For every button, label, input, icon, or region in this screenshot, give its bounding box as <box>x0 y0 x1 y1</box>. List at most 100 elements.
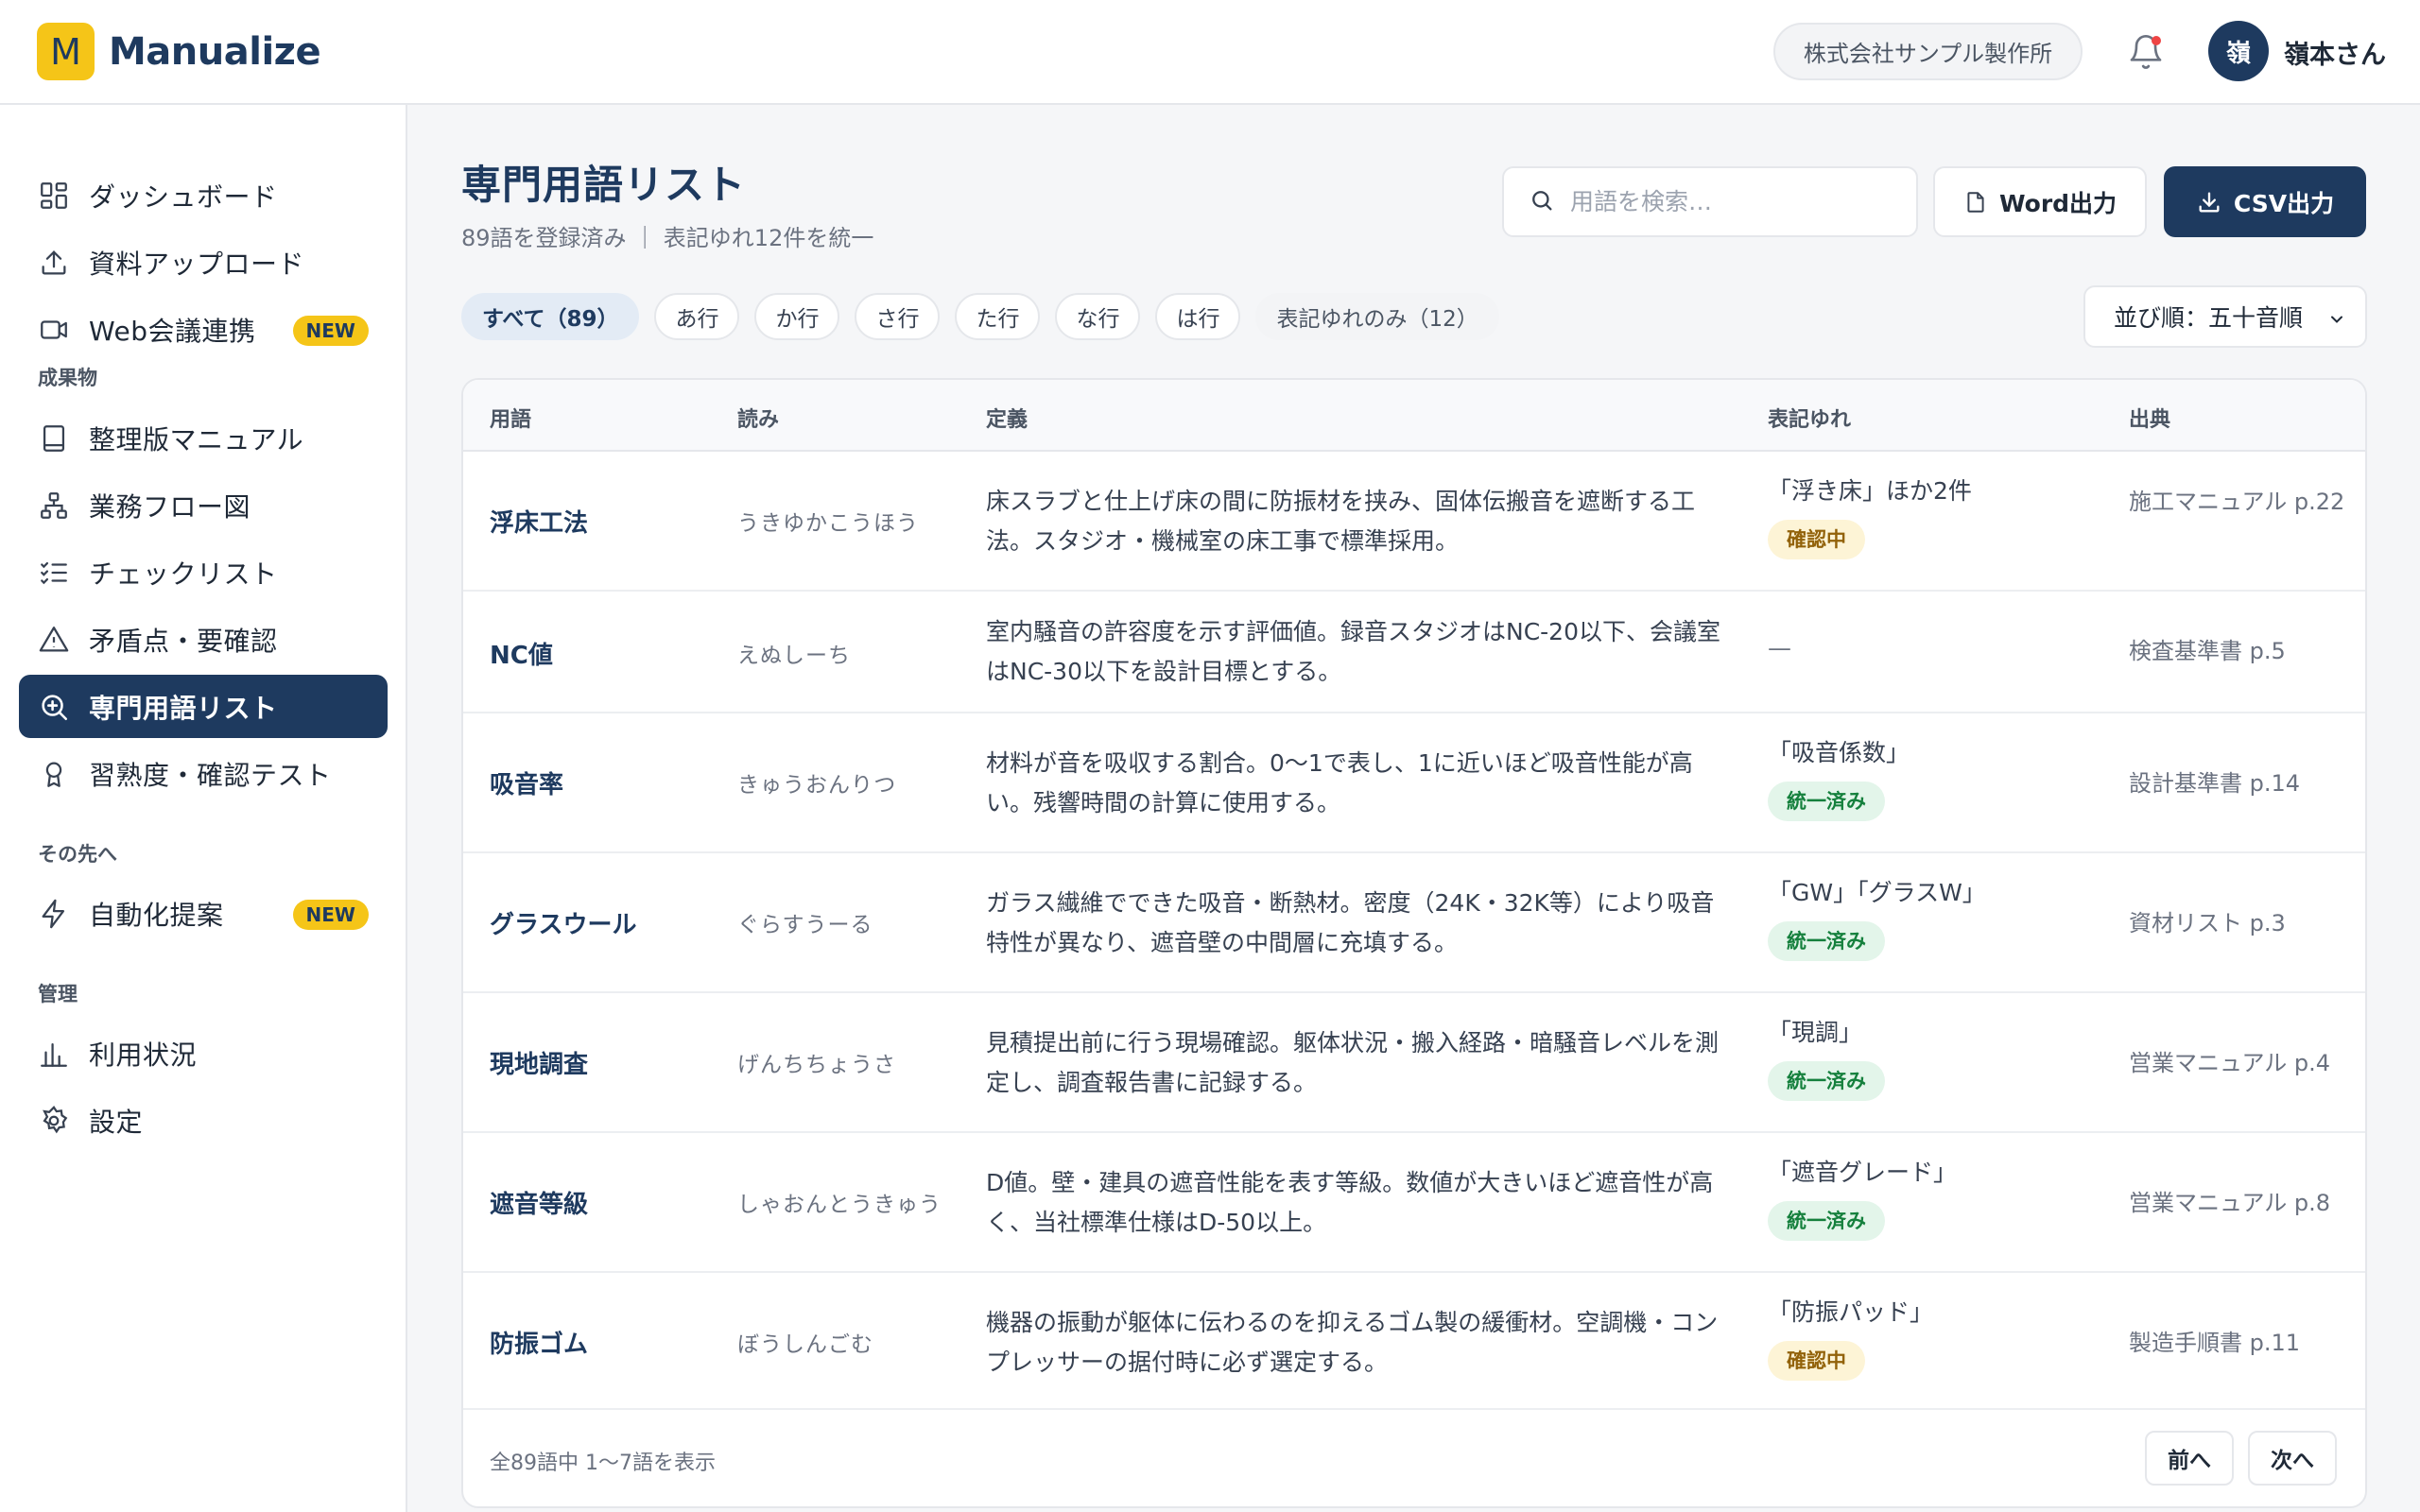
column-header-term[interactable]: 用語 <box>490 403 531 433</box>
download-icon <box>2199 192 2220 212</box>
definition-cell: 材料が音を吸収する割合。0〜1で表し、1に近いほど吸音性能が高い。残響時間の計算… <box>986 749 1693 816</box>
chevron-down-icon <box>2331 316 2342 323</box>
sidebar-item-contradictions[interactable]: 矛盾点・要確認 <box>19 608 388 671</box>
next-page-button[interactable]: 次へ <box>2248 1431 2337 1486</box>
variant-cell: 「GW」「グラスW」 統一済み <box>1768 874 1986 961</box>
page-title: 専門用語リスト <box>461 162 747 208</box>
status-badge: 統一済み <box>1768 1201 1885 1241</box>
filter-chip-ta[interactable]: た行 <box>955 293 1041 340</box>
sidebar-item-label: チェックリスト <box>89 558 278 590</box>
warning-icon <box>38 624 70 656</box>
reading-cell: きゅうおんりつ <box>737 773 897 798</box>
column-header-definition[interactable]: 定義 <box>986 403 1028 433</box>
source-cell: 製造手順書 p.11 <box>2129 1330 2301 1356</box>
reading-cell: ぼうしんごむ <box>737 1332 873 1357</box>
definition-cell: 見積提出前に行う現場確認。躯体状況・搬入経路・暗騒音レベルを測定し、調査報告書に… <box>986 1029 1720 1096</box>
table-row[interactable]: 浮床工法 うきゆかこうほう 床スラブと仕上げ床の間に防振材を挟み、固体伝搬音を遮… <box>463 452 2365 592</box>
term-cell: 浮床工法 <box>490 509 589 538</box>
sidebar-item-dashboard[interactable]: ダッシュボード <box>19 163 388 227</box>
variant-cell: 「浮き床」ほか2件 確認中 <box>1768 472 1972 559</box>
variant-cell: 「現調」 統一済み <box>1768 1014 1885 1101</box>
filter-chip-a[interactable]: あ行 <box>654 293 740 340</box>
variant-text: — <box>1768 634 1791 662</box>
filter-chip-na[interactable]: な行 <box>1055 293 1141 340</box>
search-input[interactable] <box>1570 188 1910 215</box>
sidebar-item-label: 設定 <box>89 1106 144 1138</box>
search-icon <box>1529 187 1555 217</box>
bolt-icon <box>38 898 70 930</box>
sidebar-item-label: 資料アップロード <box>89 248 305 280</box>
section-label-outputs: 成果物 <box>38 367 97 389</box>
flow-icon <box>38 490 70 522</box>
word-export-label: Word出力 <box>1998 189 2118 217</box>
term-cell: グラスウール <box>490 911 637 939</box>
sidebar-item-glossary[interactable]: 専門用語リスト <box>19 675 388 738</box>
term-cell: NC値 <box>490 642 553 670</box>
sidebar-item-usage[interactable]: 利用状況 <box>19 1022 388 1085</box>
new-badge: NEW <box>292 316 369 346</box>
source-cell: 施工マニュアル p.22 <box>2129 489 2345 515</box>
sidebar-item-manual[interactable]: 整理版マニュアル <box>19 406 388 470</box>
document-icon <box>1967 191 1984 213</box>
status-badge: 統一済み <box>1768 921 1885 961</box>
glossary-search-icon <box>38 691 70 723</box>
definition-cell: ガラス繊維でできた吸音・断熱材。密度（24K・32K等）により吸音特性が異なり、… <box>986 889 1715 956</box>
column-header-reading[interactable]: 読み <box>737 403 779 433</box>
csv-export-button[interactable]: CSV出力 <box>2164 166 2366 237</box>
search-box[interactable] <box>1502 166 1918 237</box>
sidebar-item-label: ダッシュボード <box>89 180 278 213</box>
avatar[interactable]: 嶺 <box>2208 21 2269 81</box>
table-row[interactable]: 防振ゴム ぼうしんごむ 機器の振動が躯体に伝わるのを抑えるゴム製の緩衝材。空調機… <box>463 1273 2365 1410</box>
table-header: 用語 読み 定義 表記ゆれ 出典 <box>463 380 2365 452</box>
filter-chip-sa[interactable]: さ行 <box>855 293 941 340</box>
table-row[interactable]: NC値 えぬしーち 室内騒音の許容度を示す評価値。録音スタジオはNC-20以下、… <box>463 592 2365 713</box>
logo[interactable]: M Manualize <box>37 23 321 80</box>
column-header-source[interactable]: 出典 <box>2129 403 2170 433</box>
pagination-info: 全89語中 1〜7語を表示 <box>490 1452 716 1475</box>
filter-chip-ka[interactable]: か行 <box>754 293 840 340</box>
table-row[interactable]: 遮音等級 しゃおんとうきゅう D値。壁・建具の遮音性能を表す等級。数値が大きいほ… <box>463 1133 2365 1273</box>
prev-page-button[interactable]: 前へ <box>2145 1431 2234 1486</box>
definition-cell: 機器の振動が躯体に伝わるのを抑えるゴム製の緩衝材。空調機・コンプレッサーの据付時… <box>986 1309 1719 1376</box>
status-badge: 確認中 <box>1768 520 1865 559</box>
csv-export-label: CSV出力 <box>2233 189 2335 217</box>
sidebar-item-proficiency[interactable]: 習熟度・確認テスト <box>19 742 388 805</box>
sort-label: 並び順：五十音順 <box>2114 304 2304 332</box>
section-label-admin: 管理 <box>38 983 78 1005</box>
user-name[interactable]: 嶺本さん <box>2284 34 2386 71</box>
filter-chip-ha[interactable]: は行 <box>1155 293 1241 340</box>
sidebar-item-settings[interactable]: 設定 <box>19 1089 388 1152</box>
award-icon <box>38 758 70 790</box>
variant-text: 「吸音係数」 <box>1768 739 1910 766</box>
bar-chart-icon <box>38 1038 70 1070</box>
word-export-button[interactable]: Word出力 <box>1933 166 2147 237</box>
sidebar-item-upload[interactable]: 資料アップロード <box>19 231 388 294</box>
sidebar-item-label: 業務フロー図 <box>89 490 251 523</box>
table-row[interactable]: 現地調査 げんちちょうさ 見積提出前に行う現場確認。躯体状況・搬入経路・暗騒音レ… <box>463 993 2365 1133</box>
sort-select[interactable]: 並び順：五十音順 <box>2083 285 2367 348</box>
book-icon <box>38 422 70 455</box>
filter-chip-all[interactable]: すべて（89） <box>461 293 640 340</box>
term-cell: 現地調査 <box>490 1051 589 1079</box>
table-row[interactable]: グラスウール ぐらすうーる ガラス繊維でできた吸音・断熱材。密度（24K・32K… <box>463 853 2365 993</box>
definition-cell: D値。壁・建具の遮音性能を表す等級。数値が大きいほど遮音性が高く、当社標準仕様は… <box>986 1169 1714 1236</box>
column-header-variant[interactable]: 表記ゆれ <box>1768 403 1851 433</box>
reading-cell: えぬしーち <box>737 644 851 668</box>
sidebar-item-label: 矛盾点・要確認 <box>89 625 278 657</box>
company-switcher[interactable]: 株式会社サンプル製作所 <box>1773 23 2083 80</box>
sidebar-item-web-meeting[interactable]: Web会議連携 NEW <box>19 298 388 361</box>
reading-cell: うきゆかこうほう <box>737 511 919 536</box>
sidebar-item-automation[interactable]: 自動化提案 NEW <box>19 882 388 945</box>
sidebar-item-flow[interactable]: 業務フロー図 <box>19 473 388 537</box>
page-subtitle: 89語を登録済み ｜ 表記ゆれ12件を統一 <box>461 225 874 251</box>
sidebar-item-checklist[interactable]: チェックリスト <box>19 541 388 604</box>
sidebar-item-label: Web会議連携 <box>89 315 256 347</box>
new-badge: NEW <box>292 900 369 930</box>
variant-text: 「防振パッド」 <box>1768 1298 1934 1326</box>
table-row[interactable]: 吸音率 きゅうおんりつ 材料が音を吸収する割合。0〜1で表し、1に近いほど吸音性… <box>463 713 2365 853</box>
glossary-table: 用語 読み 定義 表記ゆれ 出典 浮床工法 うきゆかこうほう 床スラブと仕上げ床… <box>461 378 2367 1508</box>
variant-text: 「浮き床」ほか2件 <box>1768 477 1972 505</box>
gear-icon <box>38 1105 70 1137</box>
term-cell: 遮音等級 <box>490 1191 589 1219</box>
filter-chip-variants[interactable]: 表記ゆれのみ（12） <box>1255 293 1499 340</box>
